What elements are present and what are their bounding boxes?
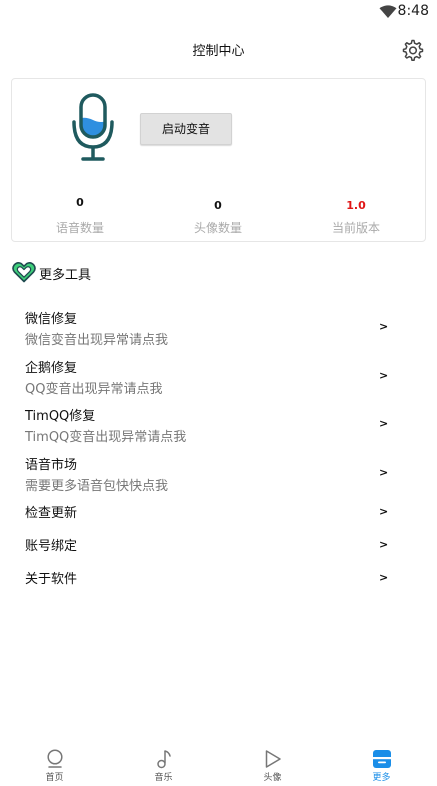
menu-item-title: 企鹅修复	[25, 360, 78, 376]
heart-icon	[12, 261, 36, 283]
home-circle-icon	[46, 749, 63, 768]
stat-label: 头像数量	[193, 221, 242, 235]
nav-tab-label: 首页	[45, 773, 64, 783]
menu-item-subtitle: 微信变音出现异常请点我	[25, 333, 169, 348]
menu-item-qq-fix[interactable]: 企鹅修复 QQ变音出现异常请点我 >	[0, 353, 437, 402]
nav-tab-more[interactable]: 更多	[327, 740, 436, 786]
nav-tab-label: 更多	[372, 773, 391, 783]
nav-tab-label: 头像	[263, 773, 282, 783]
chevron-right-icon: >	[379, 320, 389, 333]
stat-voice-count: 0 语音数量	[20, 195, 140, 236]
nav-tab-home[interactable]: 首页	[0, 740, 109, 786]
menu-item-about[interactable]: 关于软件 >	[0, 564, 437, 597]
chevron-right-icon: >	[379, 571, 389, 584]
menu-item-title: TimQQ修复	[25, 409, 96, 424]
nav-tab-music[interactable]: 音乐	[109, 740, 218, 786]
bottom-nav: 首页 音乐 头像 更多	[0, 740, 437, 786]
status-bar: 8:48	[0, 0, 437, 24]
chevron-right-icon: >	[379, 368, 389, 382]
header: 控制中心	[0, 36, 437, 64]
tools-menu: 微信修复 微信变音出现异常请点我 > 企鹅修复 QQ变音出现异常请点我 > Ti…	[0, 304, 437, 597]
stat-value: 1.0	[346, 199, 366, 212]
menu-item-voice-market[interactable]: 语音市场 需要更多语音包快快点我 >	[0, 450, 437, 499]
nav-tab-label: 音乐	[154, 773, 173, 783]
menu-item-subtitle: TimQQ变音出现异常请点我	[25, 430, 187, 445]
menu-item-title: 检查更新	[25, 506, 78, 521]
wifi-icon	[379, 5, 397, 18]
chevron-right-icon: >	[379, 465, 389, 479]
chevron-right-icon: >	[379, 505, 389, 518]
section-title: 更多工具	[39, 268, 92, 283]
stat-label: 语音数量	[55, 221, 104, 235]
control-card: 启动变音 0 语音数量 0 头像数量 1.0 当前版本	[11, 78, 426, 242]
gear-icon[interactable]	[400, 38, 424, 62]
menu-item-title: 关于软件	[25, 572, 78, 587]
nav-tab-avatar[interactable]: 头像	[218, 740, 327, 786]
music-note-icon	[156, 750, 171, 769]
chevron-right-icon: >	[379, 417, 389, 430]
menu-item-timqq-fix[interactable]: TimQQ修复 TimQQ变音出现异常请点我 >	[0, 401, 437, 450]
stat-version: 1.0 当前版本	[296, 198, 416, 236]
menu-item-title: 微信修复	[25, 312, 78, 327]
stat-value: 0	[76, 196, 84, 209]
menu-item-account-binding[interactable]: 账号绑定 >	[0, 531, 437, 564]
chevron-right-icon: >	[379, 538, 389, 551]
clock: 8:48	[397, 3, 429, 19]
menu-item-wechat-fix[interactable]: 微信修复 微信变音出现异常请点我 >	[0, 304, 437, 353]
stat-value: 0	[214, 199, 222, 212]
menu-item-title: 语音市场	[25, 457, 78, 473]
microphone-icon	[72, 93, 114, 161]
menu-item-check-update[interactable]: 检查更新 >	[0, 498, 437, 531]
menu-item-title: 账号绑定	[25, 539, 78, 554]
menu-item-subtitle: QQ变音出现异常请点我	[25, 381, 163, 397]
menu-item-subtitle: 需要更多语音包快快点我	[25, 478, 169, 494]
play-triangle-icon	[265, 750, 281, 768]
start-voice-change-button[interactable]: 启动变音	[140, 113, 232, 145]
more-box-icon	[372, 750, 391, 768]
stat-avatar-count: 0 头像数量	[158, 198, 278, 236]
stat-label: 当前版本	[331, 221, 380, 235]
page-title: 控制中心	[192, 44, 245, 59]
